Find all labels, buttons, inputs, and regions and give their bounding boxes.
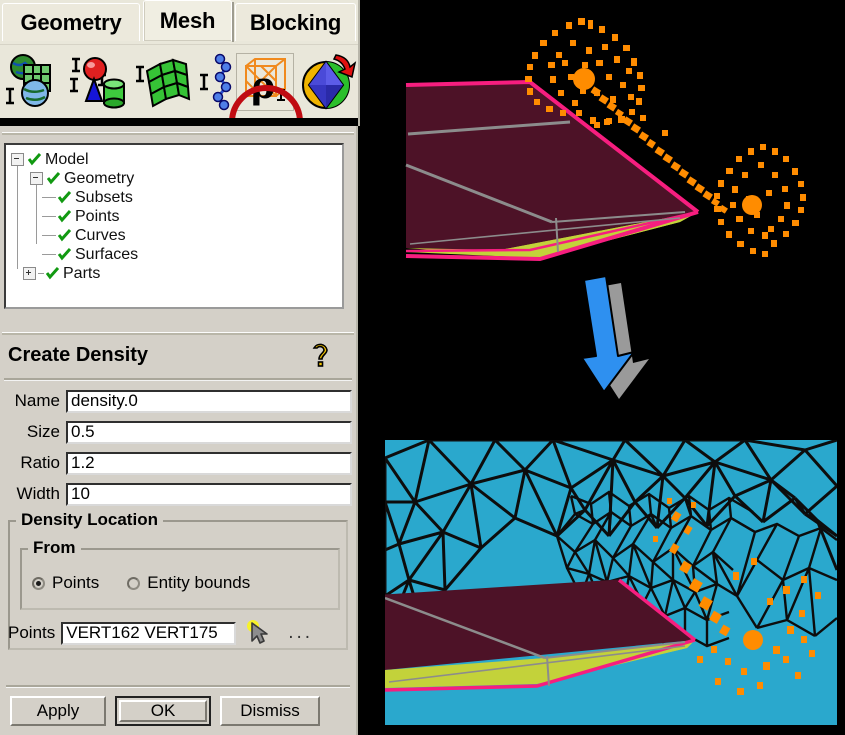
expander-minus-icon[interactable] bbox=[30, 172, 43, 185]
ratio-input[interactable]: 1.2 bbox=[66, 451, 352, 475]
create-primitive-icon[interactable] bbox=[66, 51, 128, 113]
tabs-and-toolbar: Geometry Mesh Blocking ρ bbox=[0, 0, 360, 159]
ok-button[interactable]: OK bbox=[115, 696, 211, 726]
model-tree[interactable]: Model Geometry Subsets Points Curves Sur… bbox=[4, 143, 344, 309]
expander-plus-icon[interactable] bbox=[23, 267, 36, 280]
tree-node-subsets[interactable]: Subsets bbox=[11, 188, 342, 207]
radio-entity-bounds-label: Entity bounds bbox=[147, 573, 251, 592]
width-input[interactable]: 10 bbox=[66, 482, 352, 506]
left-control-column: Geometry Mesh Blocking ρ Model Geometry … bbox=[0, 0, 360, 735]
tree-node-label: Geometry bbox=[64, 169, 135, 187]
button-divider bbox=[6, 685, 350, 688]
mesh-result-viewport[interactable] bbox=[385, 440, 837, 725]
mouse-cursor-icon[interactable] bbox=[246, 620, 274, 646]
tree-connector bbox=[42, 197, 56, 198]
checkbox-checked-icon[interactable] bbox=[28, 153, 41, 166]
panel-rule bbox=[2, 332, 354, 335]
page-title: Create Density bbox=[8, 344, 149, 366]
from-radio-group: Points Entity bounds bbox=[32, 573, 278, 593]
radio-selected-icon[interactable] bbox=[32, 576, 45, 590]
tree-node-label: Surfaces bbox=[75, 245, 139, 263]
size-label: Size bbox=[26, 422, 60, 441]
checkbox-checked-icon[interactable] bbox=[58, 229, 71, 242]
density-location-legend: Density Location bbox=[16, 510, 163, 530]
radio-entity-bounds[interactable]: Entity bounds bbox=[127, 573, 250, 593]
tree-node-label: Model bbox=[45, 150, 89, 168]
checkbox-checked-icon[interactable] bbox=[46, 267, 59, 280]
tab-mesh[interactable]: Mesh bbox=[143, 0, 232, 41]
width-label: Width bbox=[16, 484, 60, 503]
surface-mesh-icon[interactable] bbox=[131, 51, 193, 113]
flow-arrow bbox=[548, 272, 668, 402]
tab-blocking[interactable]: Blocking bbox=[235, 3, 356, 41]
geometry-density-viewport[interactable] bbox=[380, 0, 845, 290]
tree-node-curves[interactable]: Curves bbox=[11, 226, 342, 245]
tree-node-points[interactable]: Points bbox=[11, 207, 342, 226]
svg-text:ρ: ρ bbox=[251, 65, 275, 107]
tab-geometry-label: Geometry bbox=[20, 9, 122, 35]
checkbox-checked-icon[interactable] bbox=[47, 172, 60, 185]
tree-connector bbox=[42, 216, 56, 217]
points-label: Points bbox=[8, 623, 56, 642]
create-density-icon[interactable]: ρ bbox=[236, 53, 294, 111]
size-input[interactable]: 0.5 bbox=[66, 420, 352, 444]
tree-connector bbox=[42, 254, 56, 255]
tree-node-label: Points bbox=[75, 207, 120, 225]
tab-blocking-label: Blocking bbox=[249, 9, 342, 35]
from-legend: From bbox=[28, 538, 81, 558]
create-density-panel: Create Density Name density.0 Size 0.5 R… bbox=[0, 330, 358, 735]
tab-mesh-label: Mesh bbox=[159, 8, 216, 33]
apply-button[interactable]: Apply bbox=[10, 696, 106, 726]
checkbox-checked-icon[interactable] bbox=[58, 191, 71, 204]
field-row-name: Name density.0 bbox=[4, 388, 352, 414]
tab-separator bbox=[232, 2, 234, 42]
app-window: Geometry Mesh Blocking ρ Model Geometry … bbox=[0, 0, 845, 735]
ratio-label: Ratio bbox=[20, 453, 60, 472]
expander-minus-icon[interactable] bbox=[11, 153, 24, 166]
tree-node-label: Parts bbox=[63, 264, 101, 282]
checkbox-checked-icon[interactable] bbox=[58, 210, 71, 223]
tree-connector bbox=[38, 273, 44, 274]
dismiss-button[interactable]: Dismiss bbox=[220, 696, 320, 726]
create-geometry-icon[interactable] bbox=[2, 51, 64, 113]
radio-unselected-icon[interactable] bbox=[127, 576, 141, 590]
field-row-ratio: Ratio 1.2 bbox=[4, 450, 352, 476]
tree-node-parts[interactable]: Parts bbox=[11, 264, 342, 283]
name-label: Name bbox=[14, 391, 60, 410]
more-options-button[interactable]: ... bbox=[288, 622, 313, 644]
title-divider bbox=[4, 378, 352, 381]
toolbar-gap bbox=[0, 118, 358, 126]
field-row-size: Size 0.5 bbox=[4, 419, 352, 445]
tab-bar: Geometry Mesh Blocking bbox=[0, 0, 358, 44]
dialog-button-row: Apply OK Dismiss bbox=[10, 694, 350, 728]
tree-connector bbox=[42, 235, 56, 236]
compute-mesh-icon[interactable] bbox=[296, 51, 358, 113]
tab-geometry[interactable]: Geometry bbox=[2, 3, 140, 41]
tree-node-geometry[interactable]: Geometry bbox=[11, 169, 342, 188]
points-input[interactable]: VERT162 VERT175 bbox=[61, 621, 237, 645]
tree-node-model[interactable]: Model bbox=[11, 150, 342, 169]
tree-node-label: Curves bbox=[75, 226, 126, 244]
tree-node-surfaces[interactable]: Surfaces bbox=[11, 245, 342, 264]
radio-points-label: Points bbox=[52, 573, 100, 592]
field-row-width: Width 10 bbox=[4, 481, 352, 507]
mesh-toolbar: ρ bbox=[0, 44, 358, 159]
model-tree-panel: Model Geometry Subsets Points Curves Sur… bbox=[0, 126, 358, 330]
points-selection-row: Points VERT162 VERT175 ... bbox=[8, 620, 352, 646]
name-input[interactable]: density.0 bbox=[66, 389, 352, 413]
tree-panel-rule bbox=[2, 132, 354, 135]
tree-node-label: Subsets bbox=[75, 188, 133, 206]
radio-points[interactable]: Points bbox=[32, 573, 99, 593]
checkbox-checked-icon[interactable] bbox=[58, 248, 71, 261]
ok-button-label: OK bbox=[119, 700, 207, 722]
question-mark-icon[interactable] bbox=[308, 338, 334, 370]
